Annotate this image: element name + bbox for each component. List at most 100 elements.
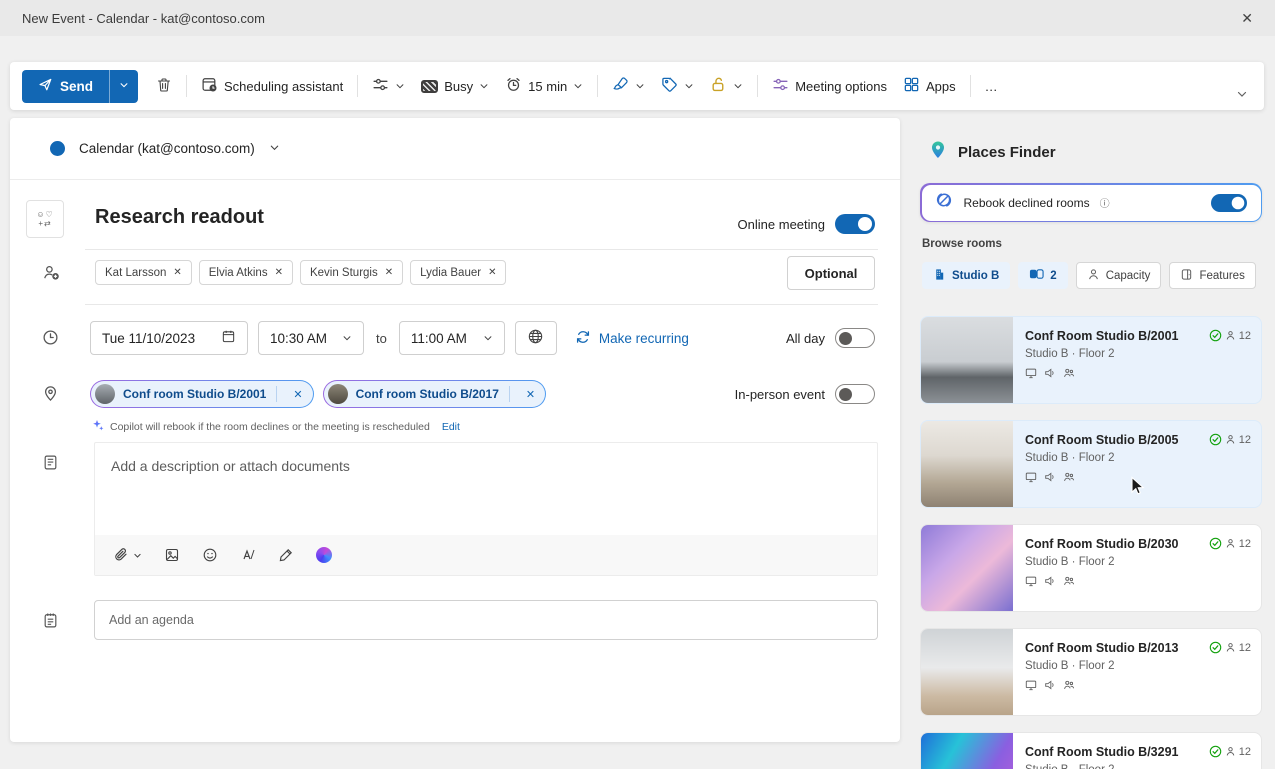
filter-capacity[interactable]: Capacity (1075, 262, 1162, 289)
end-time-dropdown[interactable]: 11:00 AM (398, 321, 505, 355)
calendar-selector[interactable]: Calendar (kat@contoso.com) (10, 118, 900, 180)
speaker-icon (1045, 576, 1054, 586)
description-placeholder: Add a description or attach documents (111, 458, 350, 474)
overflow-menu-button[interactable]: … (977, 70, 1006, 102)
chip-divider (276, 386, 278, 402)
agenda-input[interactable]: Add an agenda (94, 600, 878, 640)
room-chip[interactable]: Conf room Studio B/2001 ✕ (91, 381, 313, 407)
filter-features[interactable]: Features (1169, 262, 1256, 289)
insert-image-button[interactable] (164, 547, 180, 563)
draw-pen-button[interactable] (278, 547, 294, 563)
scheduling-assistant-button[interactable]: Scheduling assistant (193, 70, 351, 102)
toolbar-divider (757, 75, 759, 97)
room-capacity: 12 (1238, 537, 1251, 550)
format-text-button[interactable] (240, 547, 256, 563)
paintbrush-icon (612, 76, 629, 96)
toolbar-divider (357, 75, 359, 97)
attendee-chip[interactable]: Kevin Sturgis ✕ (299, 260, 404, 285)
all-day-toggle[interactable] (835, 328, 875, 348)
make-recurring-label: Make recurring (598, 330, 689, 346)
edit-rebook-link[interactable]: Edit (442, 421, 460, 433)
room-card[interactable]: Conf Room Studio B/2030 12 Studio B · Fl… (920, 524, 1262, 612)
format-paintbrush-dropdown[interactable] (604, 70, 653, 102)
room-name: Conf Room Studio B/3291 (1025, 745, 1179, 759)
send-icon (38, 77, 53, 95)
close-icon[interactable]: ✕ (1241, 10, 1253, 27)
rebook-toggle[interactable] (1210, 193, 1247, 212)
people-icon (1064, 472, 1075, 481)
delete-button[interactable] (148, 70, 180, 102)
attendee-chip[interactable]: Elvia Atkins ✕ (198, 260, 293, 285)
capacity-person-icon (1226, 747, 1235, 756)
description-editor[interactable]: Add a description or attach documents (94, 442, 878, 576)
room-card[interactable]: Conf Room Studio B/2005 12 Studio B · Fl… (920, 420, 1262, 508)
attendee-chip[interactable]: Kat Larsson ✕ (95, 260, 192, 285)
capacity-person-icon (1226, 331, 1235, 340)
agenda-placeholder: Add an agenda (109, 613, 194, 627)
collapse-ribbon-button[interactable] (1236, 87, 1248, 105)
make-recurring-button[interactable]: Make recurring (575, 329, 689, 348)
room-card[interactable]: Conf Room Studio B/2013 12 Studio B · Fl… (920, 628, 1262, 716)
attendee-chips: Kat Larsson ✕ Elvia Atkins ✕ Kevin Sturgis… (95, 260, 507, 285)
places-pin-icon (928, 140, 948, 165)
copilot-note-text: Copilot will rebook if the room declines… (110, 420, 430, 433)
toolbar-divider (186, 75, 188, 97)
online-meeting-toggle[interactable] (835, 214, 875, 234)
send-button[interactable]: Send (22, 69, 110, 103)
response-options-button[interactable] (364, 70, 413, 102)
copilot-button[interactable] (316, 547, 332, 563)
display-icon (1025, 576, 1037, 587)
room-availability: 12 (1209, 537, 1251, 550)
toolbar-divider (597, 75, 599, 97)
event-title[interactable]: Research readout (95, 206, 264, 229)
filter-building[interactable]: Studio B (922, 262, 1011, 289)
calendar-color-dot (50, 141, 65, 156)
date-picker[interactable]: Tue 11/10/2023 (90, 321, 248, 355)
show-as-busy-dropdown[interactable]: Busy (413, 70, 497, 102)
apps-button[interactable]: Apps (895, 70, 964, 102)
room-location: Studio B · Floor 2 (1025, 556, 1115, 568)
trash-icon (156, 77, 172, 96)
add-attendees-icon (42, 264, 61, 286)
start-time-dropdown[interactable]: 10:30 AM (258, 321, 364, 355)
chevron-down-icon (483, 331, 493, 346)
event-charm-picker[interactable]: ☺♡ +⇄ (26, 200, 64, 238)
sensitivity-lock-dropdown[interactable] (702, 70, 751, 102)
alarm-clock-icon (505, 76, 522, 96)
optional-attendees-button[interactable]: Optional (787, 256, 875, 290)
timezone-button[interactable] (514, 321, 557, 355)
categorize-tag-dropdown[interactable] (653, 70, 702, 102)
room-chip[interactable]: Conf room Studio B/2017 ✕ (323, 381, 546, 407)
remove-attendee-icon[interactable]: ✕ (385, 267, 393, 278)
unlock-icon (710, 76, 727, 96)
remove-attendee-icon[interactable]: ✕ (488, 267, 496, 278)
remove-attendee-icon[interactable]: ✕ (275, 267, 283, 278)
emoji-button[interactable] (202, 547, 218, 563)
in-person-toggle[interactable] (835, 384, 875, 404)
filter-floor[interactable]: 2 (1018, 262, 1068, 289)
online-meeting-label: Online meeting (737, 216, 825, 232)
room-card[interactable]: Conf Room Studio B/3291 12 Studio B · Fl… (920, 732, 1262, 769)
reminder-dropdown[interactable]: 15 min (497, 70, 591, 102)
room-card[interactable]: Conf Room Studio B/2001 12 Studio B · Fl… (920, 316, 1262, 404)
room-location: Studio B · Floor 2 (1025, 660, 1115, 672)
attach-file-button[interactable] (113, 547, 142, 563)
room-name: Conf Room Studio B/2030 (1025, 537, 1179, 551)
display-icon (1025, 680, 1037, 691)
location-row: Conf room Studio B/2001 ✕ Conf room Stud… (90, 380, 875, 408)
calendar-selector-label: Calendar (kat@contoso.com) (79, 141, 255, 156)
editor-toolbar (95, 535, 877, 575)
remove-attendee-icon[interactable]: ✕ (173, 267, 181, 278)
meeting-options-button[interactable]: Meeting options (764, 70, 895, 102)
send-dropdown-button[interactable] (109, 69, 139, 103)
rebook-label: Rebook declined rooms (963, 195, 1090, 210)
room-thumbnail (95, 384, 115, 404)
busy-label: Busy (444, 78, 474, 94)
remove-room-icon[interactable]: ✕ (520, 388, 541, 401)
remove-room-icon[interactable]: ✕ (287, 388, 308, 401)
room-chip-label: Conf room Studio B/2001 (123, 387, 267, 401)
chevron-down-icon (134, 553, 141, 558)
info-icon[interactable]: ⓘ (1100, 195, 1110, 210)
paperclip-icon (115, 548, 127, 561)
attendee-chip[interactable]: Lydia Bauer ✕ (410, 260, 507, 285)
